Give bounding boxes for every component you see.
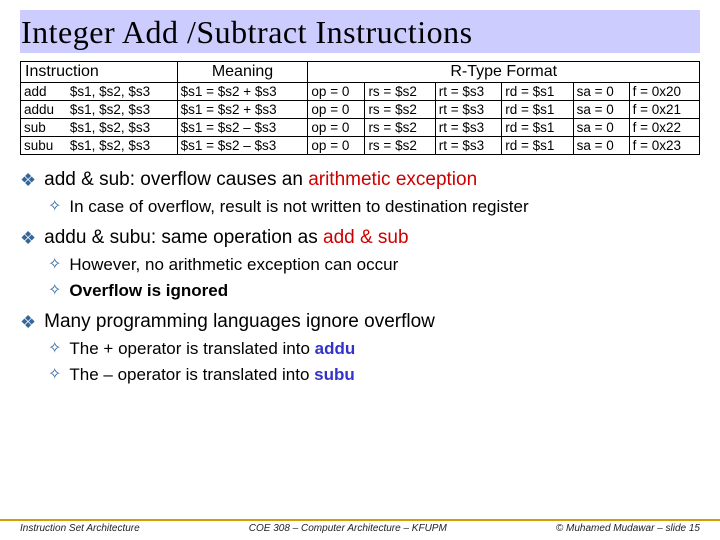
bullet-text: The – operator is translated into subu (69, 365, 354, 385)
cell-rt: rt = $s3 (435, 137, 502, 155)
cell-f: f = 0x20 (629, 83, 699, 101)
cell-mn: sub (21, 119, 67, 137)
bullet-text: Overflow is ignored (69, 281, 228, 301)
fleur-icon: ✧ (48, 197, 61, 217)
bullet-item: ❖ Many programming languages ignore over… (20, 311, 700, 333)
cell-mn: subu (21, 137, 67, 155)
cell-op: op = 0 (308, 137, 365, 155)
bullet-text: The + operator is translated into addu (69, 339, 355, 359)
cell-rt: rt = $s3 (435, 119, 502, 137)
bullet-item: ✧ The – operator is translated into subu (48, 365, 700, 385)
cell-sa: sa = 0 (573, 83, 629, 101)
cell-sa: sa = 0 (573, 137, 629, 155)
cell-op: op = 0 (308, 83, 365, 101)
text-frag: The + operator is translated into (69, 339, 314, 358)
th-meaning: Meaning (177, 62, 308, 83)
cell-f: f = 0x22 (629, 119, 699, 137)
cell-mn: addu (21, 101, 67, 119)
text-highlight: subu (314, 365, 355, 384)
th-rtype: R-Type Format (308, 62, 700, 83)
fleur-icon: ✧ (48, 365, 61, 385)
bullet-text: add & sub: overflow causes an arithmetic… (44, 169, 477, 191)
cell-rd: rd = $s1 (502, 119, 573, 137)
bullet-item: ✧ However, no arithmetic exception can o… (48, 255, 700, 275)
cell-f: f = 0x23 (629, 137, 699, 155)
cell-op: op = 0 (308, 119, 365, 137)
cell-sa: sa = 0 (573, 119, 629, 137)
slide-title: Integer Add /Subtract Instructions (20, 10, 700, 53)
text-frag: add & sub: overflow causes an (44, 169, 308, 190)
cell-args: $s1, $s2, $s3 (67, 83, 177, 101)
diamond-icon: ❖ (20, 311, 36, 333)
bullet-text: Many programming languages ignore overfl… (44, 311, 435, 333)
cell-rt: rt = $s3 (435, 83, 502, 101)
bullet-item: ✧ The + operator is translated into addu (48, 339, 700, 359)
cell-mn: add (21, 83, 67, 101)
text-highlight: addu (315, 339, 356, 358)
cell-args: $s1, $s2, $s3 (67, 101, 177, 119)
cell-meaning: $s1 = $s2 – $s3 (177, 119, 308, 137)
bullet-item: ❖ add & sub: overflow causes an arithmet… (20, 169, 700, 191)
footer-right: © Muhamed Mudawar – slide 15 (556, 523, 700, 534)
cell-rs: rs = $s2 (365, 137, 435, 155)
cell-op: op = 0 (308, 101, 365, 119)
slide-footer: Instruction Set Architecture COE 308 – C… (0, 519, 720, 534)
fleur-icon: ✧ (48, 281, 61, 301)
cell-rs: rs = $s2 (365, 83, 435, 101)
fleur-icon: ✧ (48, 255, 61, 275)
cell-rs: rs = $s2 (365, 101, 435, 119)
cell-rd: rd = $s1 (502, 83, 573, 101)
cell-meaning: $s1 = $s2 – $s3 (177, 137, 308, 155)
bullet-text: addu & subu: same operation as add & sub (44, 227, 408, 249)
fleur-icon: ✧ (48, 339, 61, 359)
th-instruction: Instruction (21, 62, 178, 83)
text-highlight: add & sub (323, 227, 409, 248)
table-row: subu $s1, $s2, $s3 $s1 = $s2 – $s3 op = … (21, 137, 700, 155)
cell-rd: rd = $s1 (502, 101, 573, 119)
instruction-table: Instruction Meaning R-Type Format add $s… (20, 61, 700, 155)
cell-meaning: $s1 = $s2 + $s3 (177, 83, 308, 101)
bullet-content: ❖ add & sub: overflow causes an arithmet… (20, 169, 700, 385)
bullet-item: ❖ addu & subu: same operation as add & s… (20, 227, 700, 249)
footer-left: Instruction Set Architecture (20, 523, 140, 534)
table-row: addu $s1, $s2, $s3 $s1 = $s2 + $s3 op = … (21, 101, 700, 119)
cell-rs: rs = $s2 (365, 119, 435, 137)
cell-meaning: $s1 = $s2 + $s3 (177, 101, 308, 119)
text-highlight: arithmetic exception (308, 169, 477, 190)
cell-args: $s1, $s2, $s3 (67, 119, 177, 137)
table-row: sub $s1, $s2, $s3 $s1 = $s2 – $s3 op = 0… (21, 119, 700, 137)
table-row: add $s1, $s2, $s3 $s1 = $s2 + $s3 op = 0… (21, 83, 700, 101)
footer-center: COE 308 – Computer Architecture – KFUPM (249, 523, 447, 534)
cell-rd: rd = $s1 (502, 137, 573, 155)
text-bold: Overflow is ignored (69, 281, 228, 300)
cell-rt: rt = $s3 (435, 101, 502, 119)
cell-f: f = 0x21 (629, 101, 699, 119)
bullet-item: ✧ In case of overflow, result is not wri… (48, 197, 700, 217)
cell-args: $s1, $s2, $s3 (67, 137, 177, 155)
text-frag: addu & subu: same operation as (44, 227, 323, 248)
bullet-text: In case of overflow, result is not writt… (69, 197, 528, 217)
text-frag: The – operator is translated into (69, 365, 314, 384)
diamond-icon: ❖ (20, 227, 36, 249)
cell-sa: sa = 0 (573, 101, 629, 119)
diamond-icon: ❖ (20, 169, 36, 191)
bullet-item: ✧ Overflow is ignored (48, 281, 700, 301)
bullet-text: However, no arithmetic exception can occ… (69, 255, 398, 275)
